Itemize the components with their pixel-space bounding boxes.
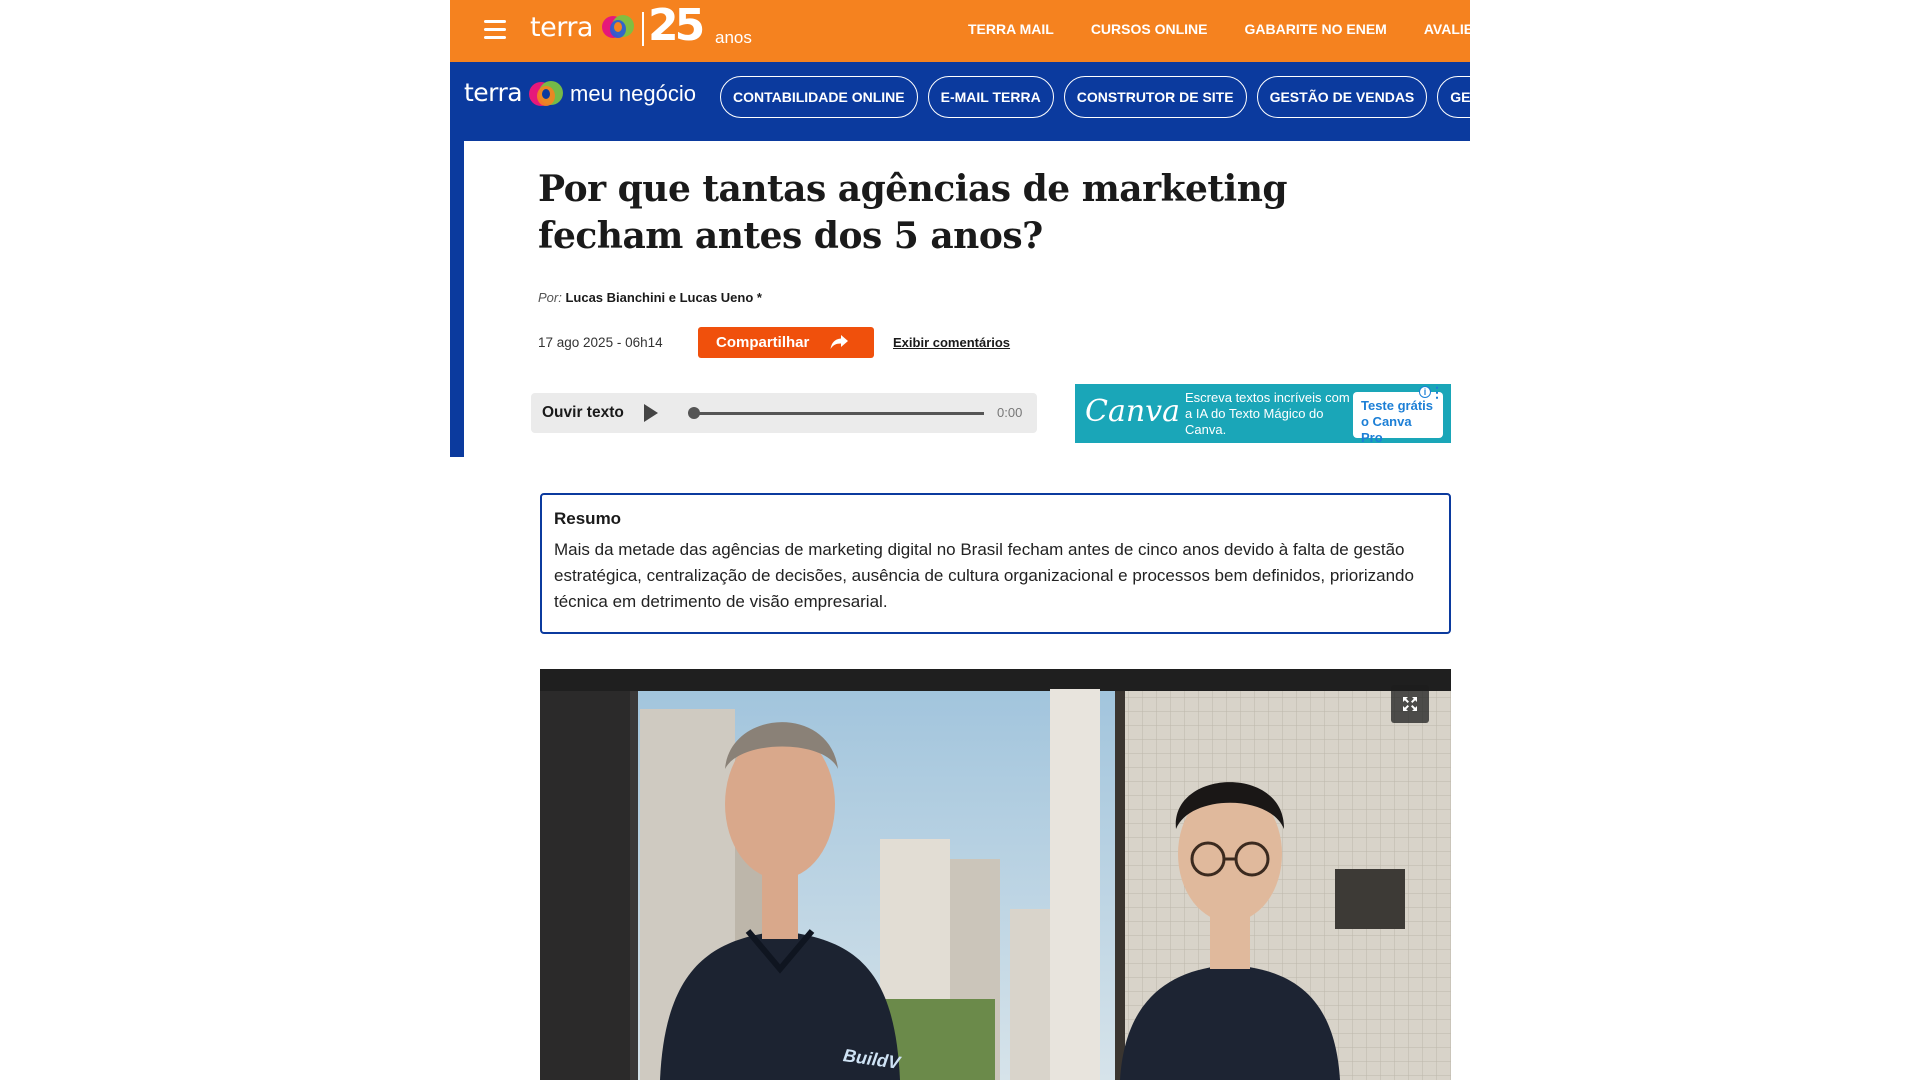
article-title: Por que tantas agências de marketing fec… bbox=[538, 168, 1288, 257]
nav-cursos-online[interactable]: CURSOS ONLINE bbox=[1091, 21, 1208, 37]
section-logo-blob-icon bbox=[529, 81, 563, 106]
audio-progress-track[interactable] bbox=[694, 412, 984, 415]
ad-options-icon[interactable]: ⋮ bbox=[1430, 385, 1444, 399]
article-photo[interactable]: BuildV bbox=[540, 669, 1451, 1080]
ad-logo: Canva bbox=[1085, 394, 1180, 429]
anniversary-number: 25 bbox=[648, 0, 705, 51]
chip-gest[interactable]: GEST bbox=[1437, 76, 1470, 118]
nav-gabarite-enem[interactable]: GABARITE NO ENEM bbox=[1245, 21, 1387, 37]
byline-prefix: Por: bbox=[538, 290, 562, 305]
share-button[interactable]: Compartilhar bbox=[698, 326, 874, 358]
chip-gestao-de-vendas[interactable]: GESTÃO DE VENDAS bbox=[1256, 76, 1428, 118]
share-label: Compartilhar bbox=[716, 333, 810, 351]
byline: Por: Lucas Bianchini e Lucas Ueno * bbox=[538, 290, 762, 305]
blue-side-accent bbox=[450, 141, 464, 457]
terra-logo-blob-icon bbox=[602, 15, 634, 38]
top-nav: TERRA MAIL CURSOS ONLINE GABARITE NO ENE… bbox=[968, 21, 1470, 37]
photo-illustration bbox=[540, 669, 1451, 1080]
expand-button[interactable] bbox=[1391, 685, 1429, 723]
expand-icon bbox=[1403, 697, 1417, 711]
article-meta: 17 ago 2025 - 06h14 Compartilhar Exibir … bbox=[538, 326, 1010, 358]
chip-contabilidade-online[interactable]: CONTABILIDADE ONLINE bbox=[720, 76, 918, 118]
section-logo-brand[interactable]: terra bbox=[464, 78, 523, 107]
logo-separator bbox=[642, 12, 644, 46]
canva-ad[interactable]: Canva Escreva textos incríveis com a IA … bbox=[1075, 384, 1451, 443]
ad-text: Escreva textos incríveis com a IA do Tex… bbox=[1185, 390, 1350, 437]
menu-icon[interactable] bbox=[484, 20, 506, 40]
summary-text: Mais da metade das agências de marketing… bbox=[554, 540, 1414, 611]
chip-construtor-de-site[interactable]: CONSTRUTOR DE SITE bbox=[1063, 76, 1247, 118]
section-header: terra meu negócio CONTABILIDADE ONLINE E… bbox=[450, 62, 1470, 141]
summary-title: Resumo bbox=[554, 509, 622, 528]
audio-label: Ouvir texto bbox=[542, 404, 624, 421]
audio-player: Ouvir texto 0:00 bbox=[531, 393, 1037, 433]
publish-date: 17 ago 2025 - 06h14 bbox=[538, 334, 663, 350]
top-header: terra 25 anos TERRA MAIL CURSOS ONLINE G… bbox=[450, 0, 1470, 62]
chip-email-terra[interactable]: E-MAIL TERRA bbox=[927, 76, 1054, 118]
section-name[interactable]: meu negócio bbox=[570, 81, 696, 107]
anniversary-word: anos bbox=[715, 28, 752, 47]
section-chips: CONTABILIDADE ONLINE E-MAIL TERRA CONSTR… bbox=[720, 76, 1470, 118]
audio-time: 0:00 bbox=[997, 405, 1023, 420]
show-comments-link[interactable]: Exibir comentários bbox=[893, 335, 1010, 350]
summary-box: Resumo Mais da metade das agências de ma… bbox=[540, 493, 1451, 634]
nav-avalie[interactable]: AVALIE bbox=[1424, 21, 1470, 37]
terra-logo[interactable]: terra bbox=[530, 12, 593, 43]
nav-terra-mail[interactable]: TERRA MAIL bbox=[968, 21, 1054, 37]
share-arrow-icon bbox=[830, 335, 849, 349]
play-icon[interactable] bbox=[644, 404, 658, 422]
audio-progress-knob[interactable] bbox=[688, 407, 700, 419]
byline-authors: Lucas Bianchini e Lucas Ueno * bbox=[565, 290, 762, 305]
